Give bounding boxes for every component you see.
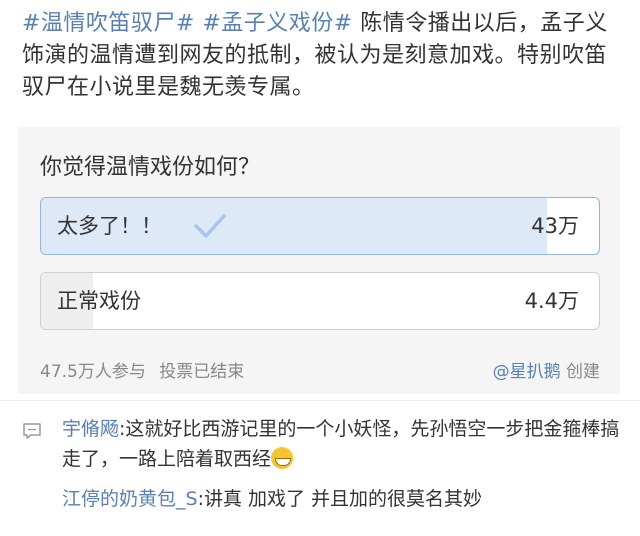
comment-item: 江停的奶黄包_S:讲真 加戏了 并且加的很莫名其妙 xyxy=(62,484,622,514)
check-icon xyxy=(194,214,226,238)
poll-option-normal[interactable]: 正常戏份 4.4万 xyxy=(40,272,600,330)
hashtag-link[interactable]: #孟子义戏份# xyxy=(202,11,352,36)
poll-option-count: 43万 xyxy=(531,214,579,238)
creator-suffix: 创建 xyxy=(566,362,600,382)
post-text: #温情吹笛驭尸# #孟子义戏份# 陈情令播出以后，孟子义饰演的温情遭到网友的抵制… xyxy=(22,8,622,104)
grin-emoji xyxy=(271,447,294,469)
poll-status: 投票已结束 xyxy=(159,362,245,382)
poll-option-label: 正常戏份 xyxy=(57,289,141,313)
poll-option-label: 太多了！！ xyxy=(57,214,162,238)
poll-card: 你觉得温情戏份如何？ 太多了！！ 43万 正常戏份 4.4万 47.5万人参与 … xyxy=(18,127,620,394)
poll-participants: 47.5万人参与 xyxy=(40,362,146,382)
comment-item: 宇脩飏:这就好比西游记里的一个小妖怪，先孙悟空一步把金箍棒搞走了，一路上陪着取西… xyxy=(62,414,622,474)
divider xyxy=(0,400,640,401)
hashtag-link[interactable]: #温情吹笛驭尸# xyxy=(22,11,195,36)
comment-user[interactable]: 宇脩飏 xyxy=(62,418,119,440)
poll-option-too-much[interactable]: 太多了！！ 43万 xyxy=(40,197,600,255)
comment-text: :这就好比西游记里的一个小妖怪，先孙悟空一步把金箍棒搞走了，一路上陪着取西经 xyxy=(62,418,620,470)
poll-option-count: 4.4万 xyxy=(524,289,579,313)
poll-question: 你觉得温情戏份如何？ xyxy=(40,155,261,180)
comment-icon xyxy=(23,423,41,439)
comment-user[interactable]: 江停的奶黄包_S xyxy=(62,488,198,510)
creator-link[interactable]: @星扒鹅 xyxy=(493,362,561,382)
comment-text: :讲真 加戏了 并且加的很莫名其妙 xyxy=(197,488,483,510)
poll-stats: 47.5万人参与 投票已结束 xyxy=(40,357,244,382)
poll-creator: @星扒鹅 创建 xyxy=(493,357,600,382)
